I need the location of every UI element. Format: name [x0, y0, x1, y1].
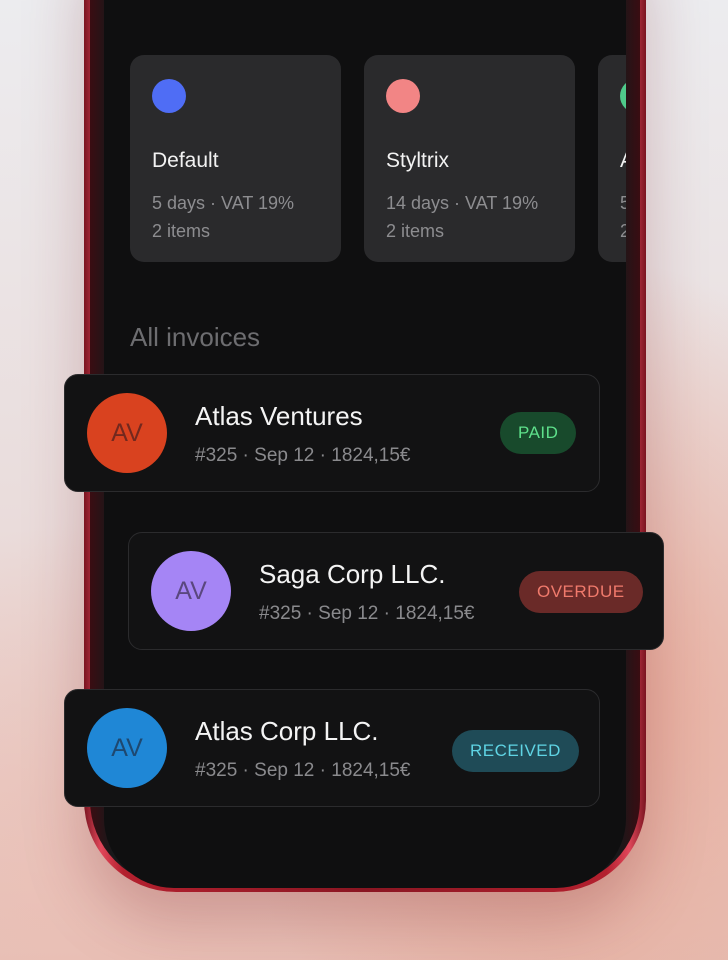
color-dot-icon	[152, 79, 186, 113]
status-badge: PAID	[500, 412, 577, 454]
template-cards: Default 5 days · VAT 19% 2 items Styltri…	[130, 55, 626, 262]
invoice-row[interactable]: AV Atlas Ventures #325 · Sep 12 · 1824,1…	[64, 374, 600, 492]
client-name: Saga Corp LLC.	[259, 559, 446, 589]
template-card-styltrix[interactable]: Styltrix 14 days · VAT 19% 2 items	[364, 55, 575, 262]
template-name: A	[620, 149, 626, 173]
template-name: Default	[152, 149, 219, 172]
section-title: All invoices	[130, 322, 261, 352]
status-badge: OVERDUE	[519, 571, 643, 613]
template-name: Styltrix	[386, 149, 449, 172]
invoice-detail: #325 · Sep 12 · 1824,15€	[259, 603, 475, 624]
template-card-default[interactable]: Default 5 days · VAT 19% 2 items	[130, 55, 341, 262]
avatar: AV	[87, 393, 167, 473]
avatar: AV	[151, 551, 231, 631]
template-meta: 5 2	[620, 193, 626, 241]
client-name: Atlas Ventures	[195, 401, 363, 431]
status-badge: RECEIVED	[452, 730, 579, 772]
invoice-row[interactable]: AV Atlas Corp LLC. #325 · Sep 12 · 1824,…	[64, 689, 600, 807]
template-card-partial[interactable]: A 5 2	[598, 55, 626, 262]
template-meta: 14 days · VAT 19% 2 items	[386, 193, 539, 241]
invoice-detail: #325 · Sep 12 · 1824,15€	[195, 760, 411, 781]
illustration-frame: Default 5 days · VAT 19% 2 items Styltri…	[0, 0, 728, 960]
client-name: Atlas Corp LLC.	[195, 716, 379, 746]
invoice-detail: #325 · Sep 12 · 1824,15€	[195, 445, 411, 466]
color-dot-icon	[386, 79, 420, 113]
avatar: AV	[87, 708, 167, 788]
invoice-row[interactable]: AV Saga Corp LLC. #325 · Sep 12 · 1824,1…	[128, 532, 664, 650]
color-dot-icon	[620, 79, 626, 113]
template-meta: 5 days · VAT 19% 2 items	[152, 193, 295, 241]
